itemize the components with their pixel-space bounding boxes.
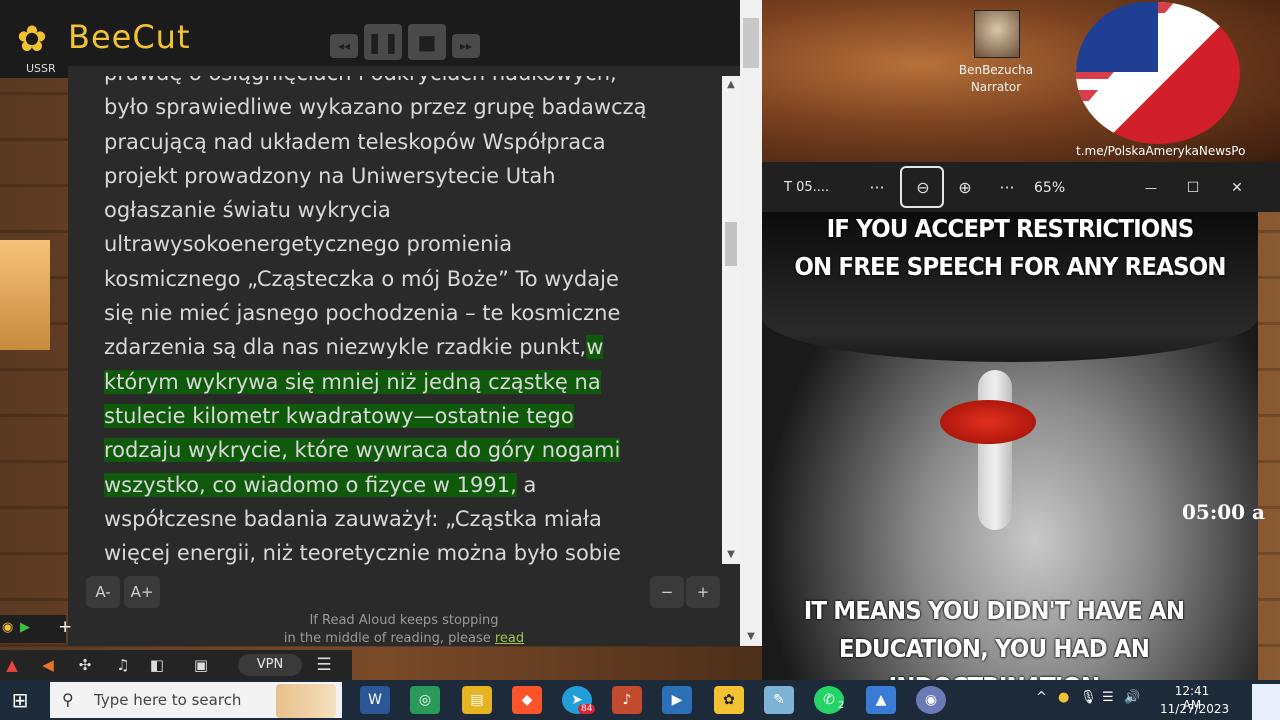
bee-logo-icon: ✿: [16, 19, 48, 60]
reader-text-line: się nie mieć jasnego pochodzenia – te ko…: [104, 301, 621, 326]
reader-highlighted-text: stulecie kilometr kwadratowy—ostatnie te…: [104, 403, 574, 428]
narrator-label: BenBezucha Narrator: [950, 62, 1042, 96]
rewind-button[interactable]: ◂◂: [330, 34, 358, 58]
narrator-role: Narrator: [970, 80, 1022, 94]
reader-text-line: współczesne badania zauważył: „Cząstka m…: [104, 506, 602, 531]
telegram-badge: 84: [578, 704, 596, 714]
puzzle-extension-icon[interactable]: ✣: [74, 654, 96, 676]
meme-top-line-2: ON FREE SPEECH FOR ANY REASON: [794, 252, 1226, 281]
reader-text-area[interactable]: prawdę o osiągnięciach i odkryciach nauk…: [68, 76, 720, 628]
reader-text-line: było sprawiedliwe wykazano przez grupę b…: [104, 95, 647, 120]
file-explorer-icon[interactable]: ▤: [462, 686, 492, 714]
wallpaper-window: [0, 240, 50, 350]
zoom-level: 65%: [1034, 180, 1066, 196]
read-aloud-extension-icon[interactable]: ◀: [36, 654, 60, 676]
main-scrollbar[interactable]: [740, 0, 762, 646]
speed-decrease-button[interactable]: −: [650, 576, 684, 608]
music-icon[interactable]: ♫: [112, 654, 134, 676]
pause-button[interactable]: ❚❚: [364, 24, 402, 60]
menu-icon[interactable]: ☰: [312, 654, 336, 676]
notes-app-icon[interactable]: ✎: [764, 686, 794, 714]
meme-bottom-line-1: IT MEANS YOU DIDN'T HAVE AN: [803, 596, 1185, 625]
note-line-1: If Read Aloud keeps stopping: [309, 613, 499, 628]
meme-top-text: IF YOU ACCEPT RESTRICTIONS ON FREE SPEEC…: [782, 210, 1238, 286]
word-icon[interactable]: W: [360, 686, 390, 714]
note-line-2: in the middle of reading, please: [283, 631, 491, 646]
font-increase-button[interactable]: A+: [124, 576, 160, 608]
clock-date[interactable]: 11/27/2023: [1160, 702, 1229, 716]
scroll-up-arrow-icon[interactable]: ▲: [722, 76, 740, 94]
narrator-avatar: [974, 10, 1020, 58]
reader-text-line: kosmicznego „Cząsteczka o mój Boże” To w…: [104, 266, 619, 291]
speaker-icon[interactable]: 🔊: [1124, 690, 1140, 705]
more-options-icon[interactable]: ···: [862, 176, 892, 200]
minimize-button[interactable]: —: [1136, 176, 1166, 200]
sidebar-icon[interactable]: ◧: [146, 654, 168, 676]
microphone-icon[interactable]: 🎙: [1080, 690, 1097, 705]
reader-text: prawdę o osiągnięciach i odkryciach nauk…: [104, 76, 684, 570]
stop-button[interactable]: ■: [408, 24, 446, 60]
speed-increase-button[interactable]: +: [686, 576, 720, 608]
read-aloud-panel: prawdę o osiągnięciach i odkryciach nauk…: [68, 66, 740, 646]
reader-highlighted-text: w: [586, 335, 604, 360]
close-button[interactable]: ✕: [1222, 176, 1252, 200]
reader-highlighted-text: którym wykrywa się mniej niż jedną cząst…: [104, 369, 601, 394]
reader-text-line: a: [516, 472, 537, 497]
widget-icon[interactable]: ◉: [2, 620, 13, 635]
font-decrease-button[interactable]: A-: [86, 576, 120, 608]
reader-text-line: prawdę o osiągnięciach i odkryciach nauk…: [104, 76, 617, 85]
more-menu-icon[interactable]: ···: [992, 176, 1022, 200]
main-scroll-down-icon[interactable]: ▼: [740, 628, 762, 646]
show-hidden-icons-icon[interactable]: ^: [1036, 690, 1047, 705]
flag-caption: t.me/PolskaAmerykaNewsPo: [1076, 144, 1246, 158]
warning-extension-icon[interactable]: ▲: [2, 654, 22, 676]
reader-text-line: zdarzenia są dla nas niezwykle rzadkie p…: [104, 335, 587, 360]
whatsapp-badge: 2: [838, 700, 845, 711]
reader-scrollbar[interactable]: [722, 76, 740, 564]
windows-start-icon[interactable]: ⊞: [8, 688, 32, 712]
meme-finger: [978, 370, 1012, 530]
narrator-name: BenBezucha: [958, 63, 1034, 77]
time-overlay: 05:00 a: [1182, 500, 1265, 524]
forward-button[interactable]: ▸▸: [452, 34, 480, 58]
wallet-icon[interactable]: ▣: [190, 654, 212, 676]
maximize-button[interactable]: ☐: [1178, 176, 1208, 200]
reader-note: If Read Aloud keeps stopping in the midd…: [68, 612, 740, 648]
android-app-icon[interactable]: ◎: [410, 686, 440, 714]
reader-text-line: więcej energii, niż teoretycznie można b…: [104, 541, 621, 566]
note-read-link[interactable]: read: [495, 631, 524, 646]
viewer-title: T 05....: [784, 180, 830, 195]
ussr-label: USSR: [26, 62, 56, 75]
brave-browser-icon[interactable]: ◆: [512, 686, 542, 714]
reader-highlighted-text: wszystko, co wiadomo o fizyce w 1991,: [104, 472, 517, 497]
reader-scroll-thumb[interactable]: [725, 222, 737, 266]
reader-text-line: ultrawysokoenergetycznego promienia: [104, 232, 513, 257]
search-icon: ⚲: [62, 690, 74, 709]
wifi-icon[interactable]: ☰: [1102, 690, 1114, 705]
add-widget-icon[interactable]: +: [58, 617, 72, 637]
meme-top-line-1: IF YOU ACCEPT RESTRICTIONS: [826, 214, 1195, 243]
beecut-title: BeeCut: [68, 18, 191, 56]
photos-app-icon[interactable]: ▲: [866, 686, 896, 714]
left-widget-strip: ◉ ▶ +: [0, 615, 72, 643]
search-highlight-image: [276, 684, 336, 718]
meme-lips: [940, 400, 1036, 444]
zoom-out-icon[interactable]: ⊖: [908, 176, 938, 200]
main-scroll-thumb[interactable]: [743, 18, 759, 68]
vpn-button[interactable]: VPN: [238, 654, 302, 676]
beecut-taskbar-icon[interactable]: ✿: [714, 686, 744, 714]
scroll-down-arrow-icon[interactable]: ▼: [722, 546, 740, 564]
taskbar-search-input[interactable]: [94, 690, 254, 710]
zoom-in-icon[interactable]: ⊕: [950, 176, 980, 200]
play-widget-icon[interactable]: ▶: [20, 620, 30, 635]
reader-text-line: ogłaszanie światu wykrycia: [104, 198, 391, 223]
reader-text-line: projekt prowadzony na Uniwersytecie Utah: [104, 163, 556, 188]
audio-app-icon[interactable]: ♪: [612, 686, 642, 714]
reader-highlighted-text: rodzaju wykrycie, które wywraca do góry …: [104, 438, 621, 463]
tray-app-icon[interactable]: ●: [1058, 690, 1069, 705]
notification-center-icon[interactable]: [1252, 684, 1280, 720]
chrome-icon[interactable]: ◉: [916, 686, 946, 714]
reader-text-line: pracującą nad układem teleskopów Współpr…: [104, 129, 606, 154]
video-player-icon[interactable]: ▶: [662, 686, 692, 714]
